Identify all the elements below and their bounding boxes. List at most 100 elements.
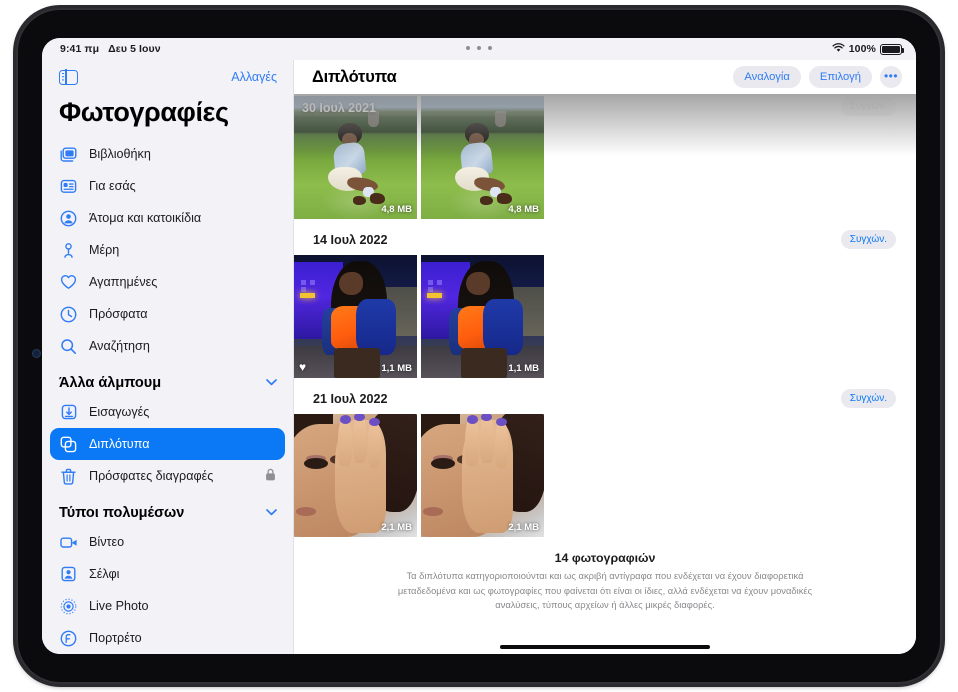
photo-artwork — [294, 255, 417, 378]
duplicate-group: 30 Ιουλ 2021 Συγχών. — [294, 94, 916, 219]
aspect-ratio-button[interactable]: Αναλογία — [733, 66, 801, 88]
sidebar-other-albums-list: Εισαγωγές Διπλότυπα Πρόσφατες διαγραφές — [42, 396, 293, 492]
favorite-heart-icon: ♥ — [299, 360, 307, 374]
search-icon — [59, 337, 78, 356]
sidebar-item-recently-deleted[interactable]: Πρόσφατες διαγραφές — [50, 460, 285, 492]
sidebar-item-label: Για εσάς — [89, 179, 136, 193]
dot-2 — [477, 46, 481, 50]
photo-thumbnail[interactable]: 2,1 MB — [294, 414, 417, 537]
sidebar-item-label: Πορτρέτο — [89, 631, 142, 645]
photo-size-label: 4,8 MB — [508, 204, 539, 215]
photo-stack-icon — [59, 145, 78, 164]
sidebar-item-label: Βίντεο — [89, 535, 125, 549]
sidebar-item-selfies[interactable]: Σέλφι — [50, 558, 285, 590]
map-pin-icon — [59, 241, 78, 260]
sidebar-item-people-pets[interactable]: Άτομα και κατοικίδια — [50, 202, 285, 234]
more-options-button[interactable]: ••• — [880, 66, 902, 88]
status-bar-right: 100% — [832, 42, 905, 56]
sidebar-item-label: Αναζήτηση — [89, 339, 150, 353]
duplicates-footer: 14 φωτογραφιών Τα διπλότυπα κατηγοριοποι… — [294, 537, 916, 613]
import-arrow-icon — [59, 403, 78, 422]
sidebar-item-search[interactable]: Αναζήτηση — [50, 330, 285, 362]
home-indicator[interactable] — [500, 645, 710, 649]
sidebar-item-favorites[interactable]: Αγαπημένες — [50, 266, 285, 298]
sidebar-item-library[interactable]: Βιβλιοθήκη — [50, 138, 285, 170]
sidebar-item-label: Διπλότυπα — [89, 437, 150, 451]
person-circle-icon — [59, 209, 78, 228]
lock-icon — [265, 468, 276, 484]
photo-thumbnail[interactable]: 4,8 MB — [421, 96, 544, 219]
status-time: 9:41 πμ — [60, 43, 100, 55]
photo-size-label: 1,1 MB — [381, 363, 412, 374]
battery-icon — [880, 43, 905, 55]
for-you-card-icon — [59, 177, 78, 196]
photo-artwork — [421, 255, 544, 378]
live-photo-icon — [59, 597, 78, 616]
group-thumbnails: 2,1 MB 2,1 MB — [294, 414, 916, 537]
group-thumbnails: 30 Ιουλ 2021 4,8 MB 4,8 MB — [294, 96, 916, 219]
toolbar-actions: Αναλογία Επιλογή ••• — [733, 66, 902, 88]
multitasking-handle[interactable] — [466, 46, 492, 50]
merge-button[interactable]: Συγχών. — [840, 97, 896, 116]
sidebar-item-label: Εισαγωγές — [89, 405, 150, 419]
sidebar-section-title: Τύποι πολυμέσων — [59, 505, 185, 521]
sidebar-section-title: Άλλα άλμπουμ — [59, 375, 162, 391]
status-date: Δευ 5 Ιουν — [108, 43, 161, 55]
screen: 9:41 πμ Δευ 5 Ιουν 100% Αλλαγές Φωτογραφ… — [42, 38, 916, 654]
chevron-down-icon[interactable] — [266, 507, 277, 519]
duplicate-group: 21 Ιουλ 2022 Συγχών. 2,1 MB 2,1 MB — [294, 378, 916, 537]
duplicates-description: Τα διπλότυπα κατηγοριοποιούνται και ως α… — [397, 570, 813, 611]
sidebar-item-portrait[interactable]: Πορτρέτο — [50, 622, 285, 654]
sidebar-item-videos[interactable]: Βίντεο — [50, 526, 285, 558]
sidebar-item-duplicates[interactable]: Διπλότυπα — [50, 428, 285, 460]
main-toolbar: Διπλότυπα Αναλογία Επιλογή ••• — [294, 60, 916, 94]
group-date-overlay: 30 Ιουλ 2021 — [302, 101, 376, 115]
duplicates-list: 30 Ιουλ 2021 Συγχών. — [294, 94, 916, 654]
app-body: Αλλαγές Φωτογραφίες Βιβλιοθήκη Για εσάς … — [42, 60, 916, 654]
merge-button[interactable]: Συγχών. — [840, 230, 896, 249]
photo-size-label: 2,1 MB — [508, 522, 539, 533]
sidebar-section-media-types[interactable]: Τύποι πολυμέσων — [42, 492, 293, 526]
photo-size-label: 1,1 MB — [508, 363, 539, 374]
merge-button[interactable]: Συγχών. — [840, 389, 896, 408]
duplicates-scroll-area[interactable]: 30 Ιουλ 2021 Συγχών. — [294, 94, 916, 654]
status-bar-left: 9:41 πμ Δευ 5 Ιουν — [60, 43, 161, 55]
photo-thumbnail[interactable]: 1,1 MB — [421, 255, 544, 378]
group-header: 21 Ιουλ 2022 Συγχών. — [294, 378, 916, 414]
portrait-f-icon — [59, 629, 78, 648]
sidebar-section-other-albums[interactable]: Άλλα άλμπουμ — [42, 362, 293, 396]
group-date: 21 Ιουλ 2022 — [313, 391, 388, 406]
sidebar-item-recents[interactable]: Πρόσφατα — [50, 298, 285, 330]
sidebar-item-for-you[interactable]: Για εσάς — [50, 170, 285, 202]
photo-artwork — [421, 414, 544, 537]
sidebar-item-live-photo[interactable]: Live Photo — [50, 590, 285, 622]
dot-1 — [466, 46, 470, 50]
sidebar-item-imports[interactable]: Εισαγωγές — [50, 396, 285, 428]
sidebar-item-places[interactable]: Μέρη — [50, 234, 285, 266]
front-camera-sensor — [32, 349, 41, 358]
sidebar-toggle-icon[interactable] — [59, 68, 78, 86]
chevron-down-icon[interactable] — [266, 377, 277, 389]
sidebar-media-types-list: Βίντεο Σέλφι Live Photo Πορτρέτο — [42, 526, 293, 654]
sidebar-edit-button[interactable]: Αλλαγές — [231, 70, 277, 84]
group-date: 14 Ιουλ 2022 — [313, 232, 388, 247]
battery-percent-label: 100% — [848, 43, 876, 55]
photo-thumbnail[interactable]: 30 Ιουλ 2021 4,8 MB — [294, 96, 417, 219]
photo-count-label: 14 φωτογραφιών — [554, 551, 656, 565]
photo-thumbnail[interactable]: ♥ 1,1 MB — [294, 255, 417, 378]
sidebar-primary-list: Βιβλιοθήκη Για εσάς Άτομα και κατοικίδια — [42, 138, 293, 362]
dot-3 — [488, 46, 492, 50]
duplicate-group: 14 Ιουλ 2022 Συγχών. ♥ 1,1 MB 1,1 MB — [294, 219, 916, 378]
page-title: Φωτογραφίες — [59, 97, 229, 127]
sidebar-item-label: Live Photo — [89, 599, 149, 613]
photo-artwork — [421, 96, 544, 219]
select-button[interactable]: Επιλογή — [808, 66, 872, 88]
sidebar-item-label: Πρόσφατα — [89, 307, 148, 321]
photo-size-label: 2,1 MB — [381, 522, 412, 533]
sidebar-item-label: Σέλφι — [89, 567, 120, 581]
photo-thumbnail[interactable]: 2,1 MB — [421, 414, 544, 537]
trash-icon — [59, 467, 78, 486]
group-header: 14 Ιουλ 2022 Συγχών. — [294, 219, 916, 255]
photo-size-label: 4,8 MB — [381, 204, 412, 215]
sidebar-topbar: Αλλαγές — [42, 60, 293, 94]
